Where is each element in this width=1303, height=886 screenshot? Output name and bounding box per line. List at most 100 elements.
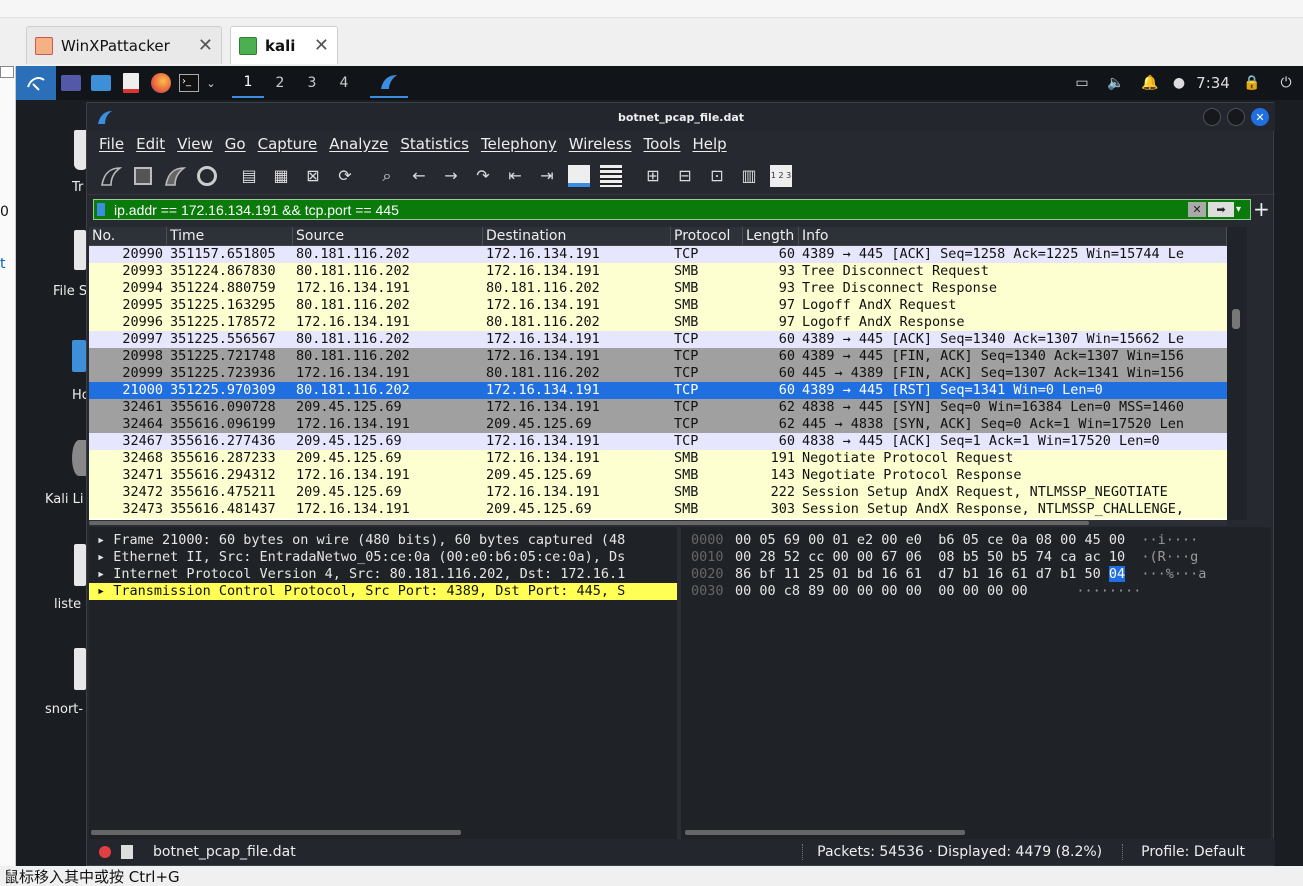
save-file-icon[interactable]: ▦ <box>269 164 293 188</box>
minimize-button[interactable] <box>1203 108 1221 126</box>
table-row[interactable]: 20996 351225.178572 172.16.134.191 80.181.1… <box>89 314 1227 331</box>
restart-capture-icon[interactable] <box>163 164 187 188</box>
maximize-button[interactable] <box>1227 108 1245 126</box>
menu-telephony[interactable]: Telephony <box>481 135 557 153</box>
table-row[interactable]: 32473 355616.481437 172.16.134.191 209.45.1… <box>89 501 1227 518</box>
volume-icon[interactable]: 🔈 <box>1099 70 1133 96</box>
workspace-1[interactable]: 1 <box>232 68 264 98</box>
filter-dropdown-icon[interactable]: ▾ <box>1236 204 1250 215</box>
scrollbar-thumb[interactable] <box>1232 309 1240 329</box>
column-header-time[interactable]: Time <box>167 227 293 245</box>
kali-docs-icon[interactable] <box>72 440 86 476</box>
display-icon[interactable]: ▭ <box>1065 70 1099 96</box>
detail-tree-item[interactable]: ▸ Ethernet II, Src: EntradaNetwo_05:ce:0… <box>89 549 677 566</box>
clock[interactable]: 7:34 <box>1191 70 1235 96</box>
find-packet-icon[interactable]: ⌕ <box>375 164 399 188</box>
workspace-2[interactable]: 2 <box>264 68 296 98</box>
reload-file-icon[interactable]: ⟳ <box>333 164 357 188</box>
workspace-3[interactable]: 3 <box>296 68 328 98</box>
menu-tools[interactable]: Tools <box>644 135 681 153</box>
start-capture-icon[interactable] <box>99 164 123 188</box>
add-filter-button[interactable]: + <box>1253 197 1271 221</box>
menu-view[interactable]: View <box>177 135 213 153</box>
menu-edit[interactable]: Edit <box>136 135 165 153</box>
close-icon[interactable]: ✕ <box>198 35 213 56</box>
table-row[interactable]: 20995 351225.163295 80.181.116.202 172.16.1… <box>89 297 1227 314</box>
file-icon[interactable] <box>74 648 86 690</box>
column-header-protocol[interactable]: Protocol <box>671 227 743 245</box>
menu-file[interactable]: File <box>99 135 124 153</box>
column-header-info[interactable]: Info <box>799 227 1227 245</box>
capture-options-gear-icon[interactable] <box>195 164 219 188</box>
window-titlebar[interactable]: botnet_pcap_file.dat ✕ <box>87 103 1275 131</box>
capture-comment-icon[interactable] <box>121 845 133 859</box>
bookmark-icon[interactable] <box>97 203 105 216</box>
bytes-hex[interactable]: 86 bf 11 25 01 bd 16 61 d7 b1 16 61 d7 b… <box>735 566 1109 582</box>
go-back-icon[interactable]: ← <box>407 164 431 188</box>
workspace-4[interactable]: 4 <box>328 68 360 98</box>
detail-tree-item[interactable]: ▸ Internet Protocol Version 4, Src: 80.1… <box>89 566 677 583</box>
status-icon[interactable]: ● <box>1167 70 1191 96</box>
go-first-packet-icon[interactable]: ⇤ <box>503 164 527 188</box>
display-filter-input[interactable] <box>94 201 1188 218</box>
column-header-no[interactable]: No. <box>89 227 167 245</box>
table-row[interactable]: 32464 355616.096199 172.16.134.191 209.45.1… <box>89 416 1227 433</box>
close-file-icon[interactable]: ⊠ <box>301 164 325 188</box>
table-row[interactable]: 20993 351224.867830 80.181.116.202 172.16.1… <box>89 263 1227 280</box>
menu-wireless[interactable]: Wireless <box>569 135 632 153</box>
bytes-hscroll-thumb[interactable] <box>685 830 965 835</box>
host-tab-winxpattacker[interactable]: WinXPattacker ✕ <box>26 26 222 64</box>
table-row[interactable]: 20998 351225.721748 80.181.116.202 172.16.1… <box>89 348 1227 365</box>
home-folder-icon[interactable] <box>72 340 86 372</box>
resize-columns-icon[interactable]: ▥ <box>737 164 761 188</box>
go-last-packet-icon[interactable]: ⇥ <box>535 164 559 188</box>
bytes-hex[interactable]: 00 28 52 cc 00 00 67 06 08 b5 50 b5 74 c… <box>735 549 1125 565</box>
detail-tree-item[interactable]: ▸ Frame 21000: 60 bytes on wire (480 bit… <box>89 532 677 549</box>
stop-capture-icon[interactable] <box>131 164 155 188</box>
colorize-icon[interactable] <box>599 164 623 188</box>
menu-help[interactable]: Help <box>692 135 726 153</box>
column-preferences-icon[interactable]: 1 2 3 <box>769 164 793 188</box>
details-hscroll-thumb[interactable] <box>91 830 461 835</box>
go-to-packet-icon[interactable]: ↷ <box>471 164 495 188</box>
zoom-in-icon[interactable]: ⊞ <box>641 164 665 188</box>
host-tab-kali[interactable]: kali ✕ <box>230 26 338 64</box>
table-row[interactable]: 20990 351157.651805 80.181.116.202 172.16.1… <box>89 246 1227 263</box>
strip-link[interactable]: t <box>0 256 6 272</box>
hscroll-thumb[interactable] <box>89 521 1089 525</box>
notification-bell-icon[interactable]: 🔔 <box>1133 70 1167 96</box>
firefox-icon[interactable] <box>146 70 176 96</box>
table-row[interactable]: 20997 351225.556567 80.181.116.202 172.16.1… <box>89 331 1227 348</box>
column-header-destination[interactable]: Destination <box>483 227 671 245</box>
selected-byte[interactable]: 04 <box>1108 566 1126 582</box>
menu-capture[interactable]: Capture <box>258 135 318 153</box>
bytes-hex[interactable]: 00 05 69 00 01 e2 00 e0 b6 05 ce 0a 08 0… <box>735 532 1125 548</box>
table-row[interactable]: 21000 351225.970309 80.181.116.202 172.16.1… <box>89 382 1227 399</box>
zoom-out-icon[interactable]: ⊟ <box>673 164 697 188</box>
file-system-icon[interactable] <box>74 230 86 270</box>
menu-statistics[interactable]: Statistics <box>400 135 469 153</box>
column-header-source[interactable]: Source <box>293 227 483 245</box>
files-icon[interactable] <box>86 70 116 96</box>
autoscroll-icon[interactable] <box>567 164 591 188</box>
normal-size-icon[interactable]: ⊡ <box>705 164 729 188</box>
menu-analyze[interactable]: Analyze <box>329 135 388 153</box>
desktop-icon[interactable] <box>56 70 86 96</box>
text-editor-icon[interactable] <box>116 70 146 96</box>
table-row[interactable]: 32461 355616.090728 209.45.125.69 172.16.13… <box>89 399 1227 416</box>
table-row[interactable]: 32468 355616.287233 209.45.125.69 172.16.13… <box>89 450 1227 467</box>
menu-go[interactable]: Go <box>225 135 246 153</box>
bytes-hex[interactable]: 00 00 c8 89 00 00 00 00 00 00 00 00 <box>735 583 1028 599</box>
table-row[interactable]: 20999 351225.723936 172.16.134.191 80.181.1… <box>89 365 1227 382</box>
file-icon[interactable] <box>74 544 86 586</box>
wireshark-task-icon[interactable] <box>370 68 408 98</box>
clear-filter-icon[interactable]: ✕ <box>1188 202 1206 217</box>
packet-list-hscroll[interactable] <box>89 520 1227 526</box>
packet-list-scrollbar[interactable] <box>1227 227 1247 520</box>
expert-info-icon[interactable] <box>99 846 111 858</box>
table-row[interactable]: 20994 351224.880759 172.16.134.191 80.181.1… <box>89 280 1227 297</box>
table-row[interactable]: 32472 355616.475211 209.45.125.69 172.16.13… <box>89 484 1227 501</box>
table-row[interactable]: 32471 355616.294312 172.16.134.191 209.45.1… <box>89 467 1227 484</box>
open-file-icon[interactable]: ▤ <box>237 164 261 188</box>
go-forward-icon[interactable]: → <box>439 164 463 188</box>
